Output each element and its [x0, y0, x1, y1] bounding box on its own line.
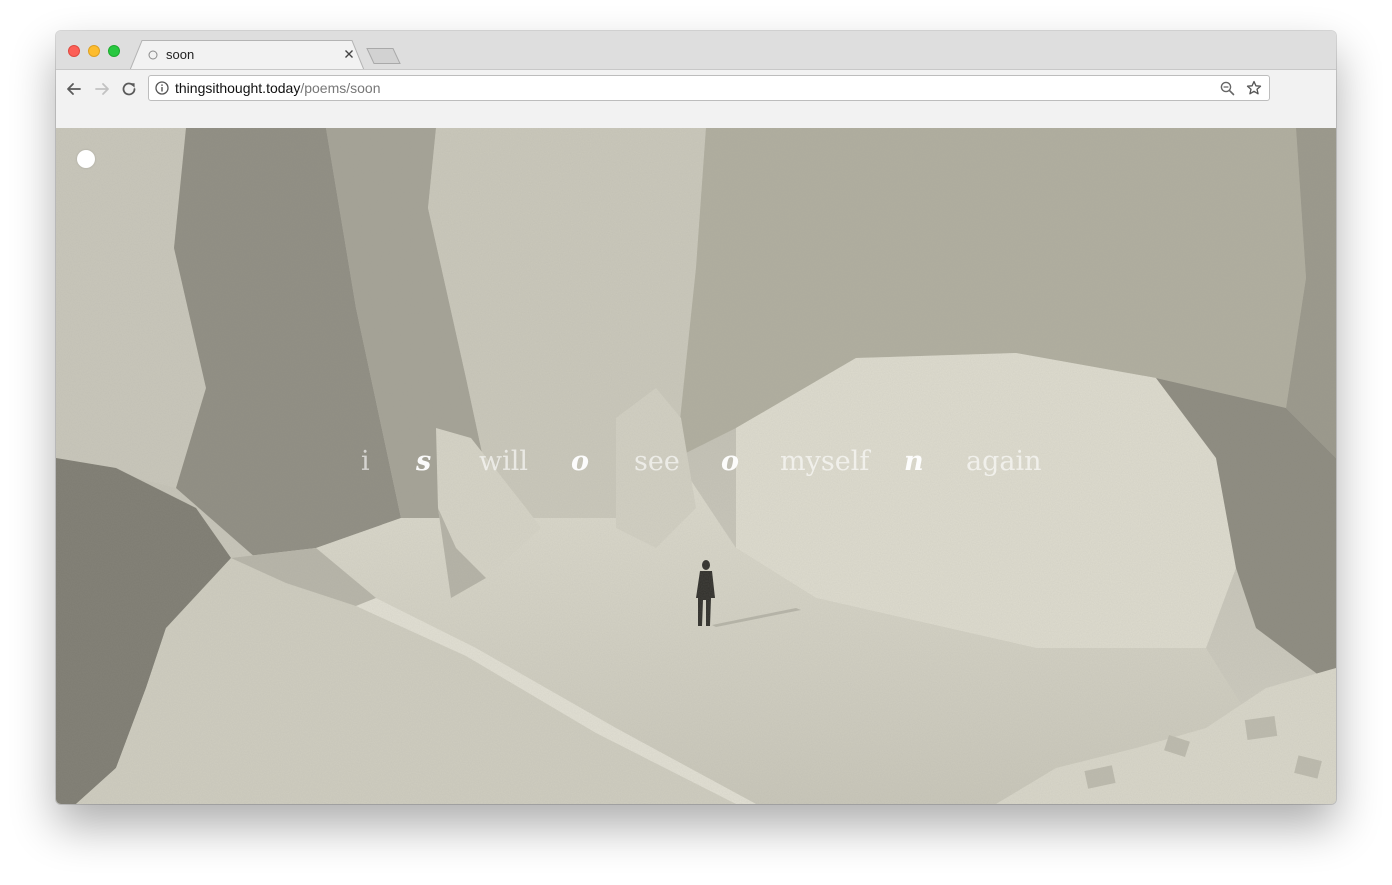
loading-circle-icon	[148, 50, 158, 60]
url-host: thingsithought.today	[175, 80, 301, 96]
poem-letter-highlight: o	[721, 446, 740, 477]
url-path: /poems/soon	[300, 80, 381, 96]
address-bar[interactable]: thingsithought.today/poems/soon	[148, 75, 1270, 101]
white-dot-icon[interactable]	[77, 150, 95, 168]
poem-letter-highlight: o	[571, 446, 590, 477]
poem-word: again	[966, 446, 1042, 477]
arrow-right-icon[interactable]	[92, 79, 112, 99]
poem-word: i	[361, 446, 370, 477]
arrow-left-icon[interactable]	[64, 79, 84, 99]
window-close-button[interactable]	[68, 45, 80, 57]
browser-window: soon thingsithought.today/poems/soon i s…	[56, 31, 1336, 804]
poem-letter-highlight: s	[416, 446, 432, 477]
poem-word: myself	[780, 446, 870, 477]
window-minimize-button[interactable]	[88, 45, 100, 57]
tab-title: soon	[166, 47, 195, 62]
poem-word: will	[479, 446, 529, 477]
star-icon[interactable]	[1246, 80, 1262, 96]
info-icon[interactable]	[155, 81, 169, 95]
poem-letter-highlight: n	[904, 446, 924, 477]
poem-word: see	[634, 446, 680, 477]
new-tab-button[interactable]	[366, 48, 402, 64]
url-text[interactable]: thingsithought.today/poems/soon	[175, 80, 381, 97]
tab-strip: soon	[56, 31, 1336, 70]
window-zoom-button[interactable]	[108, 45, 120, 57]
reload-icon[interactable]	[119, 79, 139, 99]
zoom-out-icon[interactable]	[1220, 81, 1235, 96]
poem-line: i s will o see o myself n again	[56, 439, 1336, 489]
toolbar: thingsithought.today/poems/soon	[56, 69, 1336, 128]
page-viewport: i s will o see o myself n again	[56, 128, 1336, 804]
close-icon[interactable]	[343, 48, 355, 60]
